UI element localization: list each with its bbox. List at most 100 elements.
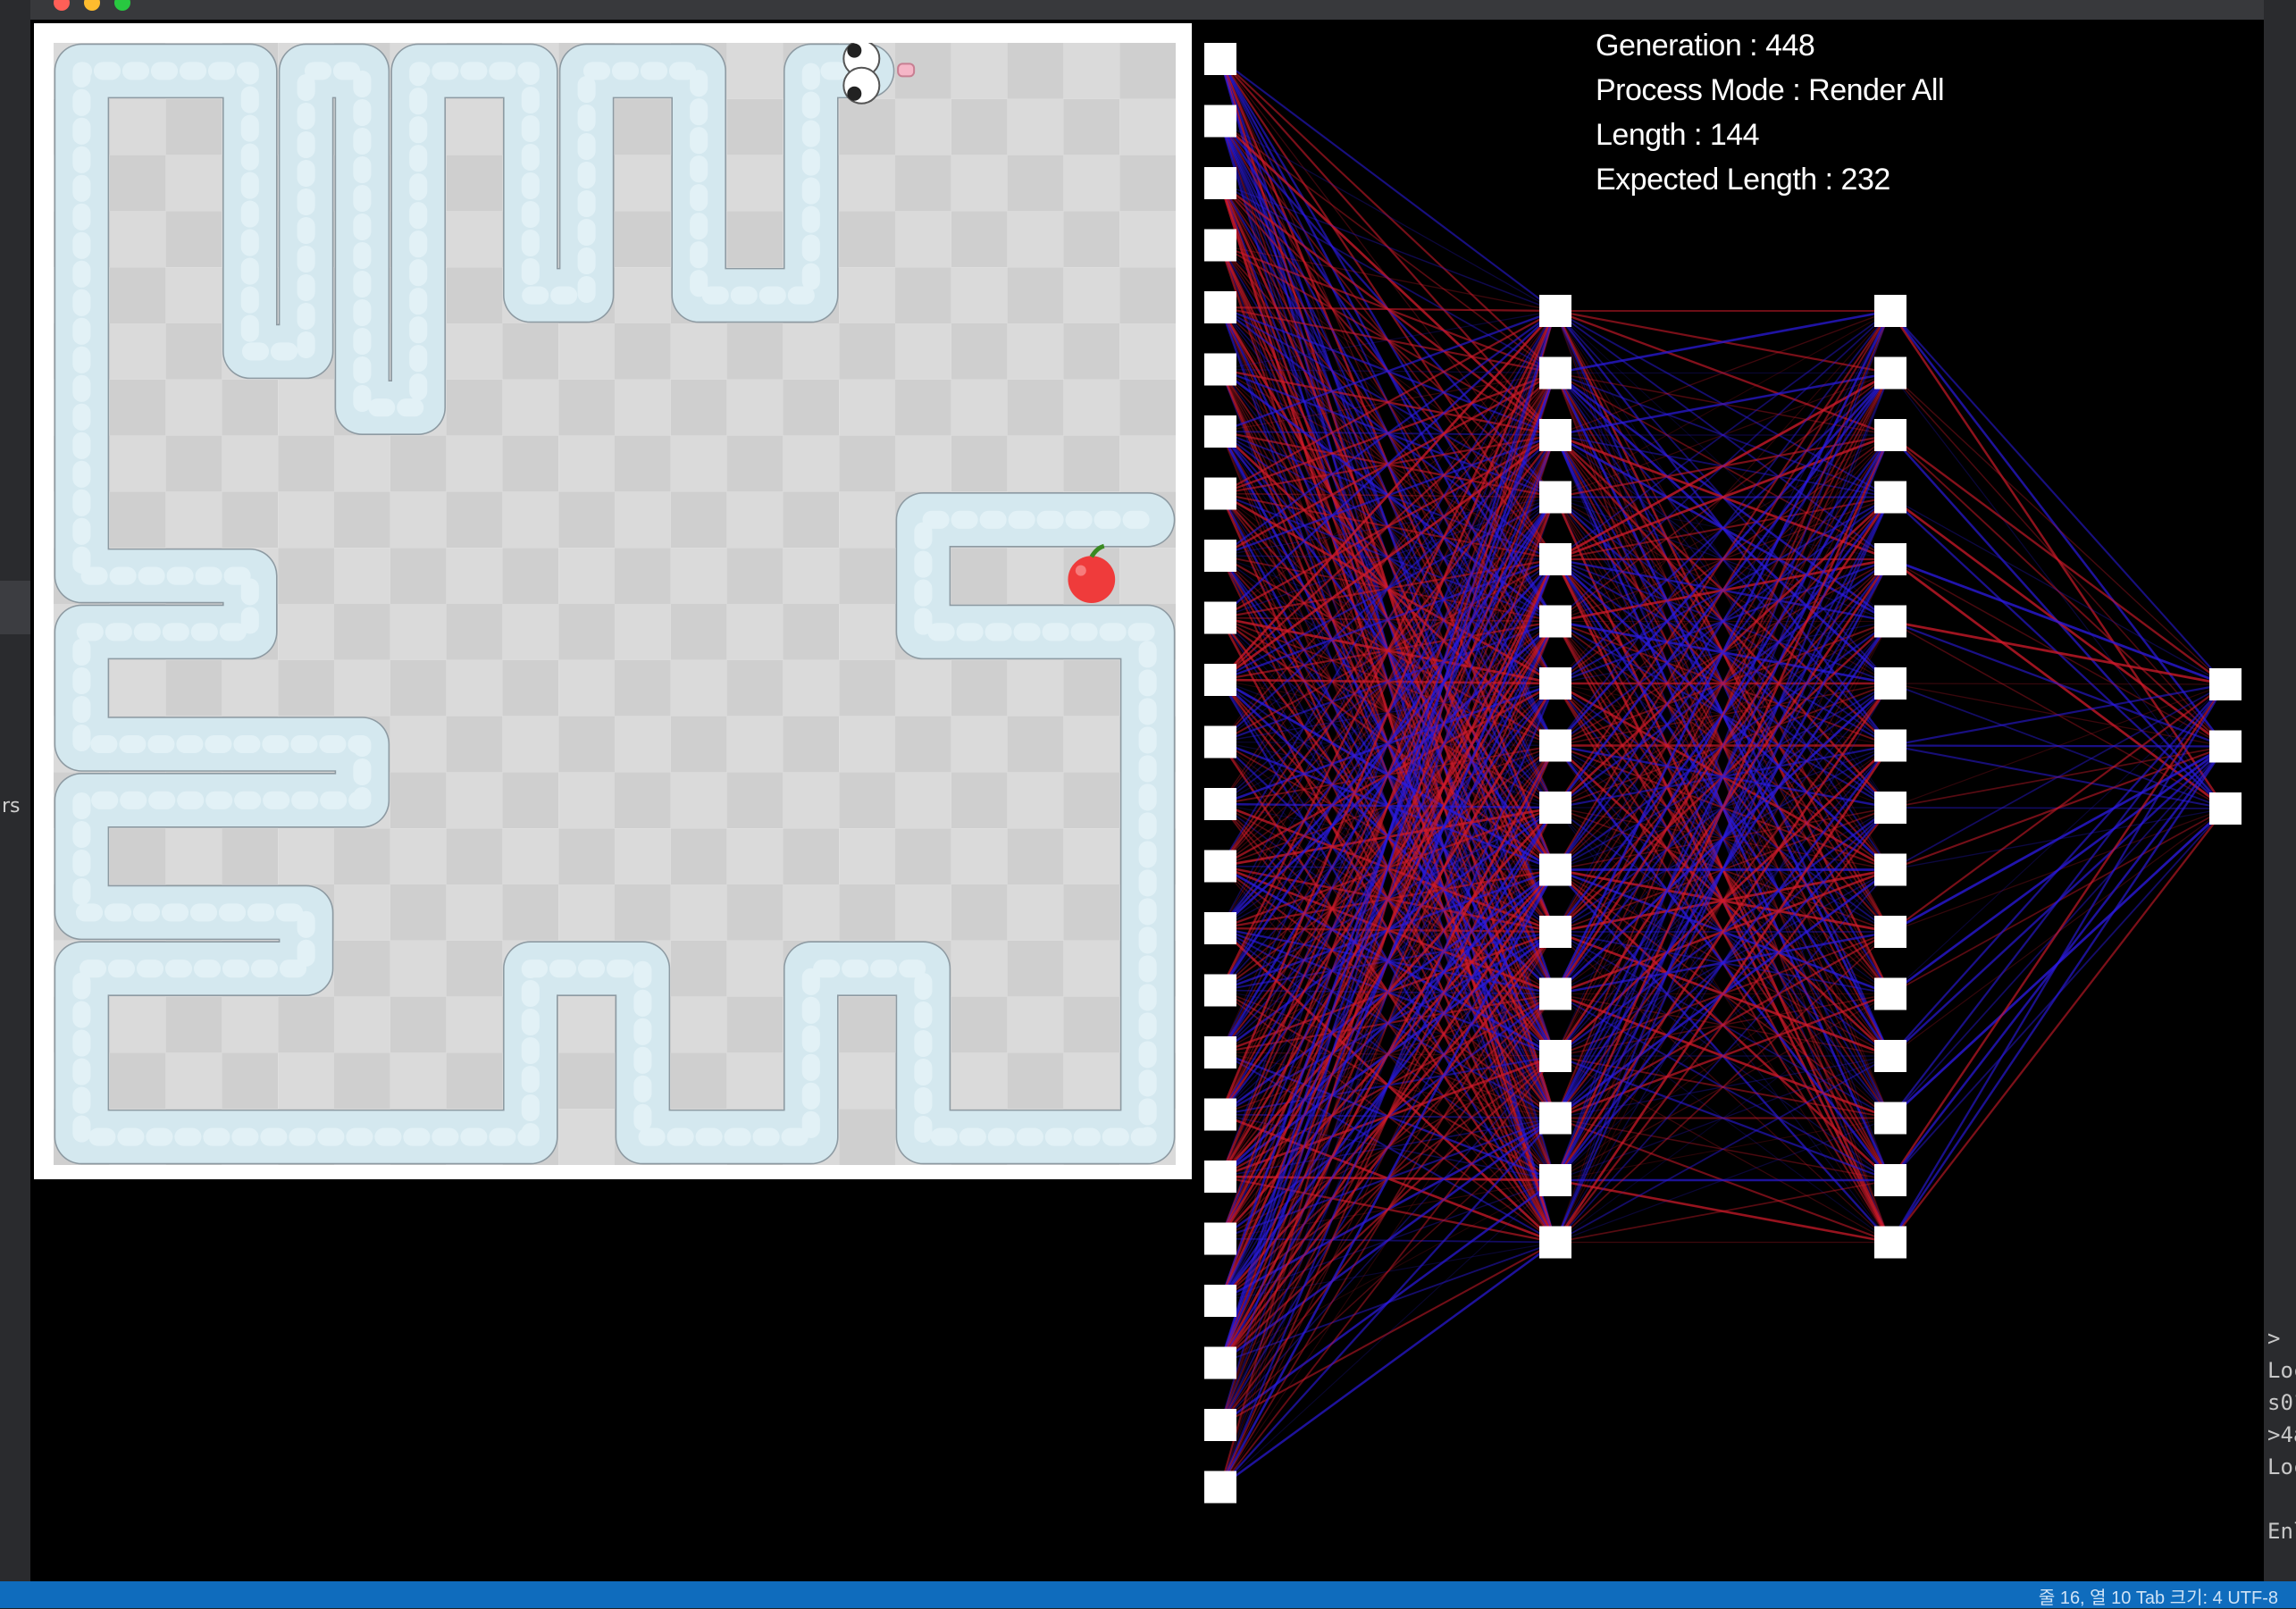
board-cell (670, 604, 727, 660)
board-cell (446, 435, 503, 492)
network-node (1204, 167, 1236, 199)
board-cell (1007, 996, 1064, 1053)
board-cell (951, 43, 1008, 99)
board-cell (783, 828, 840, 884)
board-cell (278, 548, 334, 604)
board-cell (502, 772, 559, 829)
board-cell (1063, 659, 1120, 717)
network-edge (1890, 683, 2226, 994)
board-cell (1063, 323, 1120, 380)
board-cell (726, 828, 783, 884)
board-cell (895, 323, 951, 380)
network-node (1204, 1098, 1236, 1131)
board-cell (278, 996, 334, 1053)
board-cell (951, 211, 1008, 268)
board-cell (278, 828, 334, 884)
network-node (1874, 916, 1906, 948)
board-cell (951, 267, 1008, 323)
board-cell (446, 267, 503, 323)
board-cell (446, 716, 503, 773)
network-edge (1890, 310, 2226, 685)
board-cell (783, 491, 840, 549)
board-cell (1063, 828, 1120, 884)
network-node (1204, 664, 1236, 696)
board-cell (109, 1052, 166, 1110)
board-cell (783, 716, 840, 773)
network-node (1204, 477, 1236, 510)
board-cell (334, 828, 390, 884)
network-node (1874, 481, 1906, 514)
board-cell (1119, 435, 1176, 492)
board-cell (390, 716, 447, 773)
board-cell (839, 548, 895, 604)
board-cell (558, 604, 615, 660)
board-cell (726, 211, 783, 268)
board-cell (615, 379, 671, 436)
network-edge (1890, 683, 2226, 1119)
board-cell (109, 211, 166, 268)
board-cell (895, 884, 951, 941)
board-cell (558, 1052, 615, 1110)
network-node (1874, 977, 1906, 1010)
board-cell (222, 1052, 279, 1110)
board-cell (670, 491, 727, 549)
board-cell (951, 155, 1008, 212)
board-cell (446, 548, 503, 604)
board-cell (165, 828, 222, 884)
board-cell (165, 996, 222, 1053)
board-cell (951, 716, 1008, 773)
board-cell (334, 604, 390, 660)
network-node (1874, 1164, 1906, 1196)
network-edge (1890, 683, 2226, 747)
board-cell (895, 211, 951, 268)
board-cell (1063, 379, 1120, 436)
board-cell (615, 884, 671, 941)
board-cell (670, 659, 727, 717)
board-cell (1063, 435, 1120, 492)
board-cell (726, 98, 783, 155)
board-cell (446, 659, 503, 717)
board-cell (1007, 1052, 1064, 1110)
close-button[interactable] (54, 0, 70, 11)
board-cell (165, 155, 222, 212)
board-cell (390, 1052, 447, 1110)
minimize-button[interactable] (84, 0, 100, 11)
board-cell (1063, 1052, 1120, 1110)
board-cell (783, 323, 840, 380)
network-node (1539, 853, 1571, 886)
board-cell (446, 604, 503, 660)
sidebar-fragment-text: rs (2, 795, 21, 817)
board-cell (951, 323, 1008, 380)
board-cell (783, 548, 840, 604)
board-cell (1007, 267, 1064, 323)
sidebar-tab[interactable] (0, 581, 30, 634)
board-cell (951, 828, 1008, 884)
network-node (1204, 415, 1236, 448)
zoom-button[interactable] (114, 0, 130, 11)
board-cell (558, 716, 615, 773)
board-cell (670, 772, 727, 829)
board-cell (670, 1052, 727, 1110)
board-cell (558, 772, 615, 829)
board-cell (615, 828, 671, 884)
network-node (1874, 729, 1906, 762)
board-cell (446, 772, 503, 829)
board-cell (615, 659, 671, 717)
board-cell (222, 379, 279, 436)
board-cell (839, 828, 895, 884)
board-cell (670, 435, 727, 492)
length-label: Length : 144 (1596, 118, 1760, 152)
board-cell (334, 548, 390, 604)
board-cell (1007, 155, 1064, 212)
board-cell (615, 772, 671, 829)
board-cell (1007, 772, 1064, 829)
board-cell (783, 604, 840, 660)
network-edge (1890, 683, 2226, 871)
board-cell (839, 379, 895, 436)
board-cell (1063, 211, 1120, 268)
board-cell (615, 435, 671, 492)
board-cell (839, 772, 895, 829)
board-cell (726, 379, 783, 436)
network-edge (1890, 557, 2226, 686)
board-cell (446, 155, 503, 212)
